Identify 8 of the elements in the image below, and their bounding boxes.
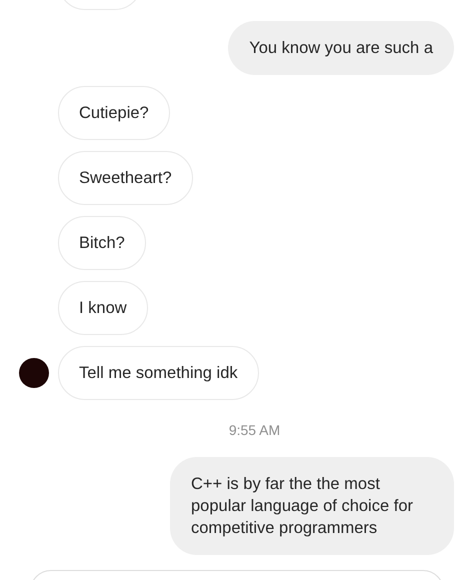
message-bubble: Tell me something idk — [58, 346, 259, 400]
message-bubble: Bitch? — [58, 216, 146, 270]
message-bubble: Cutiepie? — [58, 86, 170, 140]
timestamp: 9:55 AM — [228, 422, 280, 438]
message-bubble: Sweetheart? — [58, 151, 193, 205]
message-bubble: You know you are such a — [228, 21, 454, 75]
message-bubble: C++ is by far the the most popular language of choice for competitive programmers — [170, 457, 454, 555]
message-bubble: I know — [58, 281, 148, 335]
